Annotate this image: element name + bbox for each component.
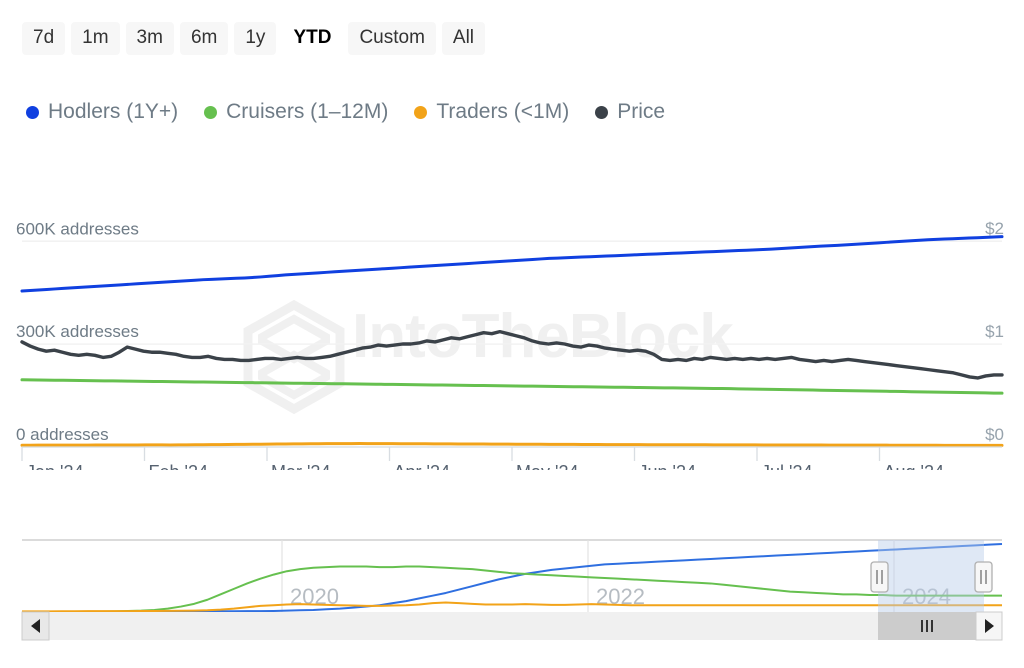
scrollbar-right-arrow-button[interactable]: [975, 611, 1003, 641]
scrollbar-track[interactable]: [22, 612, 1002, 640]
range-button-all[interactable]: All: [441, 22, 486, 55]
x-axis-tick-label: Apr '24: [394, 462, 450, 470]
legend-item-1[interactable]: Cruisers (1–12M): [204, 100, 388, 124]
navigator-series: [22, 543, 1003, 613]
x-axis-tick-label: Jul '24: [761, 462, 812, 470]
legend-dot-icon: [414, 105, 428, 119]
x-axis-ticks: [21, 446, 1002, 461]
range-button-1m[interactable]: 1m: [71, 22, 120, 55]
legend-dot-icon: [26, 105, 39, 119]
legend-item-0[interactable]: Hodlers (1Y+): [26, 100, 178, 124]
range-button-7d[interactable]: 7d: [22, 22, 66, 55]
range-button-custom[interactable]: Custom: [348, 22, 436, 55]
series-line-cruisers-m-: [20, 378, 1004, 395]
x-axis-tick-label: Feb '24: [149, 462, 208, 470]
range-button-6m[interactable]: 6m: [179, 22, 229, 55]
y-axis-right-labels: $2 $1 $0: [985, 219, 1004, 444]
x-axis-tick-label: Jun '24: [639, 462, 696, 470]
chart-canvas: IntoTheBlock 600K addresses 300K addresse…: [16, 219, 1004, 470]
legend-dot-icon: [204, 105, 218, 119]
legend-label: Traders (<1M): [436, 100, 570, 123]
y-axis-left-tick-label: 0 addresses: [16, 425, 109, 444]
x-axis-tick-label: Aug '24: [884, 462, 945, 470]
y-axis-left-labels: 600K addresses 300K addresses 0 addresses: [16, 219, 139, 444]
chart-legend: Hodlers (1Y+) Cruisers (1–12M) Traders (<1…: [26, 100, 665, 124]
y-axis-left-tick-label: 300K addresses: [16, 322, 139, 341]
y-axis-right-tick-label: $2: [985, 219, 1004, 238]
range-button-1y[interactable]: 1y: [234, 22, 277, 55]
y-axis-left-tick-label: 600K addresses: [16, 219, 139, 238]
watermark: IntoTheBlock: [243, 299, 735, 415]
range-button-ytd[interactable]: YTD: [282, 22, 342, 55]
navigator-series-hodlers-y-: [22, 543, 1003, 613]
navigator-gridlines: [281, 540, 895, 612]
y-axis-right-tick-label: $0: [985, 425, 1004, 444]
navigator-handle-left[interactable]: [870, 561, 889, 593]
navigator-canvas: 2020 2022 2024: [21, 539, 1003, 641]
main-chart[interactable]: IntoTheBlock 600K addresses 300K addresse…: [0, 185, 1024, 470]
range-selector: 7d 1m 3m 6m 1y YTD Custom All: [22, 22, 486, 55]
legend-dot-icon: [595, 105, 609, 119]
legend-label: Hodlers (1Y+): [48, 100, 179, 123]
series-line-traders-m-: [20, 442, 1004, 447]
navigator-handle-right[interactable]: [974, 561, 993, 593]
navigator-selection-mask[interactable]: [878, 540, 984, 612]
navigator-series-traders-m-: [22, 601, 1002, 613]
y-axis-right-tick-label: $1: [985, 322, 1004, 341]
x-axis-tick-label: May '24: [516, 462, 578, 470]
legend-item-3[interactable]: Price: [595, 100, 665, 124]
scrollbar-left-arrow-button[interactable]: [21, 611, 50, 641]
range-button-3m[interactable]: 3m: [125, 22, 174, 55]
legend-label: Cruisers (1–12M): [226, 100, 389, 123]
chart-navigator[interactable]: 2020 2022 2024: [0, 528, 1024, 668]
legend-item-2[interactable]: Traders (<1M): [414, 100, 569, 124]
legend-label: Price: [617, 100, 666, 123]
series-line-hodlers-y-: [20, 235, 1004, 293]
x-axis-labels: Jan '24 Feb '24 Mar '24 Apr '24 May '24 Jun '…: [26, 462, 944, 470]
x-axis-tick-label: Mar '24: [271, 462, 330, 470]
x-axis-tick-label: Jan '24: [26, 462, 83, 470]
chart-gridlines: [22, 240, 1002, 448]
